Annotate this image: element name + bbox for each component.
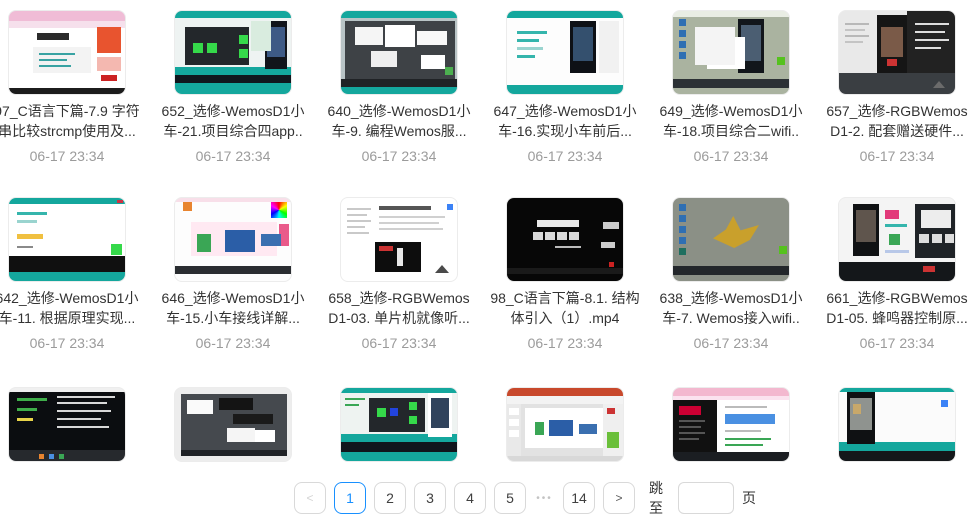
video-card[interactable]: 649_选修-WemosD1小车-18.项目综合二wifi.. 06-17 23… [672,10,790,164]
video-thumbnail[interactable] [506,10,624,95]
grid-row-2: 642_选修-WemosD1小车-11. 根据原理实现... 06-17 23:… [0,197,976,351]
video-thumbnail[interactable] [174,197,292,282]
video-title[interactable]: 97_C语言下篇-7.9 字符串比较strcmp使用及... [0,101,142,141]
video-title[interactable]: 652_选修-WemosD1小车-21.项目综合四app.. [158,101,308,141]
prev-page-icon: < [306,491,313,505]
video-thumbnail[interactable] [174,387,292,462]
video-card[interactable]: 647_选修-WemosD1小车-16.实现小车前后... 06-17 23:3… [506,10,624,164]
video-card[interactable] [174,387,292,462]
video-thumbnail[interactable] [8,387,126,462]
video-date: 06-17 23:34 [30,335,105,351]
video-date: 06-17 23:34 [860,148,935,164]
page-unit-label: 页 [742,488,756,508]
video-thumbnail[interactable] [174,10,292,95]
video-title[interactable]: 98_C语言下篇-8.1. 结构体引入（1）.mp4 [490,288,640,328]
video-card[interactable]: 98_C语言下篇-8.1. 结构体引入（1）.mp4 06-17 23:34 [506,197,624,351]
video-list-page: 97_C语言下篇-7.9 字符串比较strcmp使用及... 06-17 23:… [0,0,976,516]
page-jump-input[interactable] [678,482,734,514]
video-thumbnail[interactable] [672,387,790,462]
pagination-ellipsis-icon[interactable]: ••• [534,493,555,504]
video-thumbnail[interactable] [672,197,790,282]
video-title[interactable]: 649_选修-WemosD1小车-18.项目综合二wifi.. [656,101,806,141]
video-card[interactable]: 661_选修-RGBWemosD1-05. 蜂鸣器控制原... 06-17 23… [838,197,956,351]
pagination: < 1 2 3 4 5 ••• 14 > 跳至 页 [294,482,756,514]
page-button-2[interactable]: 2 [374,482,406,514]
video-title[interactable]: 638_选修-WemosD1小车-7. Wemos接入wifi.. [656,288,806,328]
video-title[interactable]: 646_选修-WemosD1小车-15.小车接线详解... [158,288,308,328]
video-date: 06-17 23:34 [694,335,769,351]
page-button-5[interactable]: 5 [494,482,526,514]
video-title[interactable]: 640_选修-WemosD1小车-9. 编程Wemos服... [324,101,474,141]
video-date: 06-17 23:34 [196,148,271,164]
page-button-4[interactable]: 4 [454,482,486,514]
video-card[interactable] [672,387,790,462]
next-page-button[interactable]: > [603,482,635,514]
video-date: 06-17 23:34 [362,148,437,164]
video-thumbnail[interactable] [838,10,956,95]
video-title[interactable]: 657_选修-RGBWemosD1-2. 配套赠送硬件... [822,101,972,141]
video-thumbnail[interactable] [506,387,624,462]
video-card[interactable]: 646_选修-WemosD1小车-15.小车接线详解... 06-17 23:3… [174,197,292,351]
video-card[interactable]: 642_选修-WemosD1小车-11. 根据原理实现... 06-17 23:… [8,197,126,351]
video-title[interactable]: 647_选修-WemosD1小车-16.实现小车前后... [490,101,640,141]
page-button-14[interactable]: 14 [563,482,595,514]
video-card[interactable] [340,387,458,462]
video-thumbnail[interactable] [672,10,790,95]
video-card[interactable] [8,387,126,462]
video-thumbnail[interactable] [8,197,126,282]
video-card[interactable] [506,387,624,462]
page-button-3[interactable]: 3 [414,482,446,514]
video-thumbnail[interactable] [340,387,458,462]
video-thumbnail[interactable] [838,387,956,462]
prev-page-button[interactable]: < [294,482,326,514]
video-card[interactable]: 638_选修-WemosD1小车-7. Wemos接入wifi.. 06-17 … [672,197,790,351]
video-date: 06-17 23:34 [528,335,603,351]
video-card[interactable]: 640_选修-WemosD1小车-9. 编程Wemos服... 06-17 23… [340,10,458,164]
video-date: 06-17 23:34 [362,335,437,351]
jump-to-label: 跳至 [649,478,670,516]
video-card[interactable]: 658_选修-RGBWemosD1-03. 单片机就像听... 06-17 23… [340,197,458,351]
video-thumbnail[interactable] [340,197,458,282]
next-page-icon: > [615,491,622,505]
video-date: 06-17 23:34 [694,148,769,164]
video-date: 06-17 23:34 [860,335,935,351]
page-button-1[interactable]: 1 [334,482,366,514]
grid-row-3 [0,387,976,462]
video-thumbnail[interactable] [838,197,956,282]
video-date: 06-17 23:34 [30,148,105,164]
video-card[interactable]: 652_选修-WemosD1小车-21.项目综合四app.. 06-17 23:… [174,10,292,164]
video-date: 06-17 23:34 [528,148,603,164]
video-title[interactable]: 658_选修-RGBWemosD1-03. 单片机就像听... [324,288,474,328]
video-date: 06-17 23:34 [196,335,271,351]
video-card[interactable]: 657_选修-RGBWemosD1-2. 配套赠送硬件... 06-17 23:… [838,10,956,164]
video-thumbnail[interactable] [8,10,126,95]
video-title[interactable]: 661_选修-RGBWemosD1-05. 蜂鸣器控制原... [822,288,972,328]
video-thumbnail[interactable] [340,10,458,95]
video-thumbnail[interactable] [506,197,624,282]
grid-row-1: 97_C语言下篇-7.9 字符串比较strcmp使用及... 06-17 23:… [0,10,976,164]
video-title[interactable]: 642_选修-WemosD1小车-11. 根据原理实现... [0,288,142,328]
video-card[interactable]: 97_C语言下篇-7.9 字符串比较strcmp使用及... 06-17 23:… [8,10,126,164]
video-card[interactable] [838,387,956,462]
